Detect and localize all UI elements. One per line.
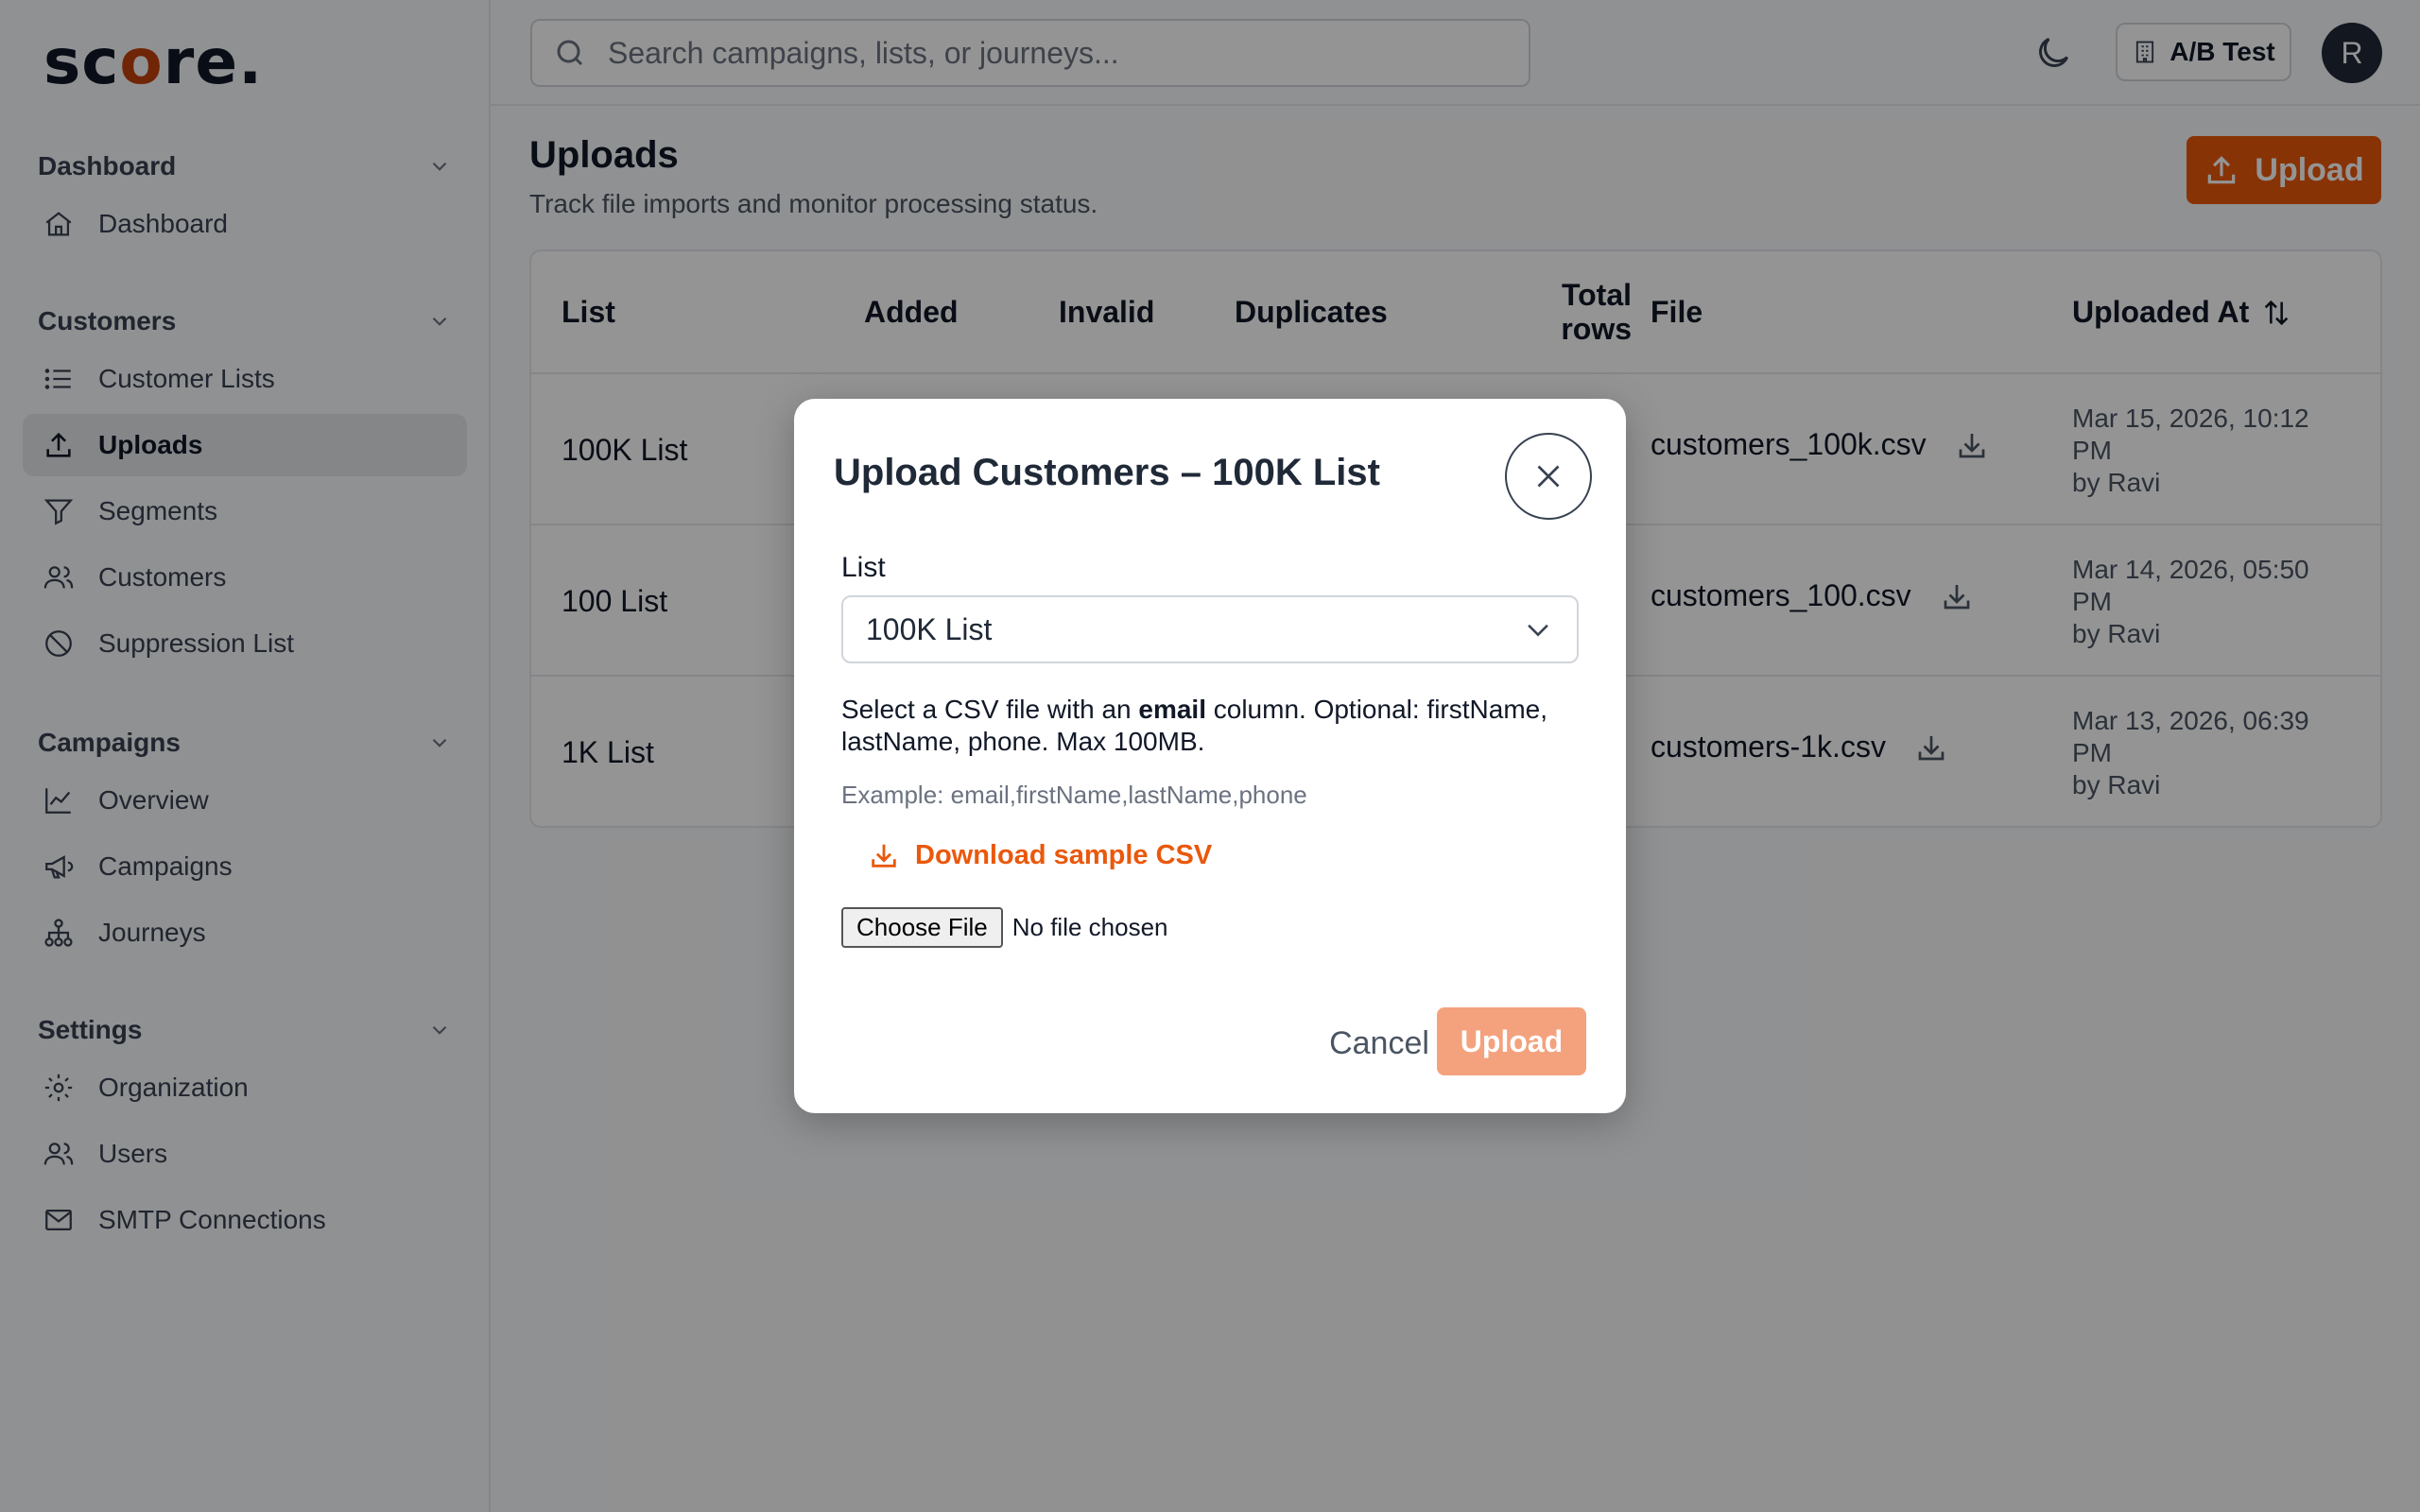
file-status: No file chosen	[1011, 913, 1168, 941]
upload-help-text: Select a CSV file with an email column. …	[841, 695, 1548, 756]
modal-title: Upload Customers – 100K List	[834, 452, 1380, 493]
cancel-button[interactable]: Cancel	[1299, 1009, 1460, 1077]
choose-file-button[interactable]: Choose File	[841, 907, 1003, 948]
close-icon	[1537, 465, 1560, 488]
file-picker: Choose File No file chosen	[841, 907, 1168, 948]
close-button[interactable]	[1505, 433, 1592, 520]
list-select-value: 100K List	[866, 611, 993, 646]
chevron-down-icon	[1528, 624, 1548, 637]
modal-upload-button[interactable]: Upload	[1437, 1007, 1586, 1075]
example-text: Example: email,firstName,lastName,phone	[841, 781, 1307, 809]
list-field-label: List	[841, 552, 886, 583]
download-icon	[872, 844, 896, 868]
upload-modal: Upload Customers – 100K List List 100K L…	[794, 399, 1626, 1113]
list-select[interactable]: 100K List	[841, 595, 1579, 663]
download-sample-link[interactable]: Download sample CSV	[868, 839, 1212, 871]
